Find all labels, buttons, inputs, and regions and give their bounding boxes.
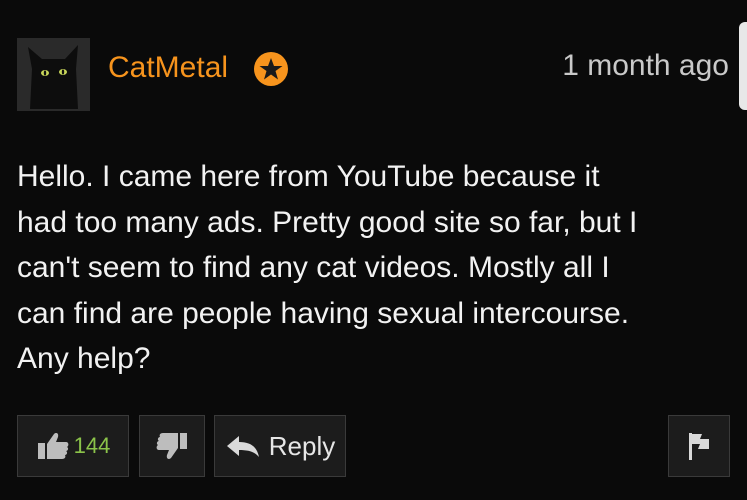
thumbs-up-icon <box>36 431 70 461</box>
reply-arrow-icon <box>225 434 261 458</box>
reply-label: Reply <box>268 430 336 461</box>
thumbs-down-icon <box>155 431 189 461</box>
flag-button[interactable] <box>668 415 730 477</box>
like-button[interactable]: 144 <box>17 415 129 477</box>
star-badge-icon <box>254 52 288 86</box>
flag-icon <box>686 431 712 461</box>
scrollbar[interactable] <box>739 22 747 110</box>
timestamp: 1 month ago <box>562 49 729 82</box>
dislike-button[interactable] <box>139 415 205 477</box>
reply-button[interactable]: Reply <box>214 415 346 477</box>
username-link[interactable]: CatMetal <box>108 50 228 86</box>
comment-card: CatMetal 1 month ago Hello. I came here … <box>0 0 747 500</box>
black-cat-avatar <box>18 39 89 110</box>
comment-body: Hello. I came here from YouTube because … <box>17 160 638 375</box>
avatar[interactable] <box>17 38 90 111</box>
like-count: 144 <box>73 433 111 458</box>
